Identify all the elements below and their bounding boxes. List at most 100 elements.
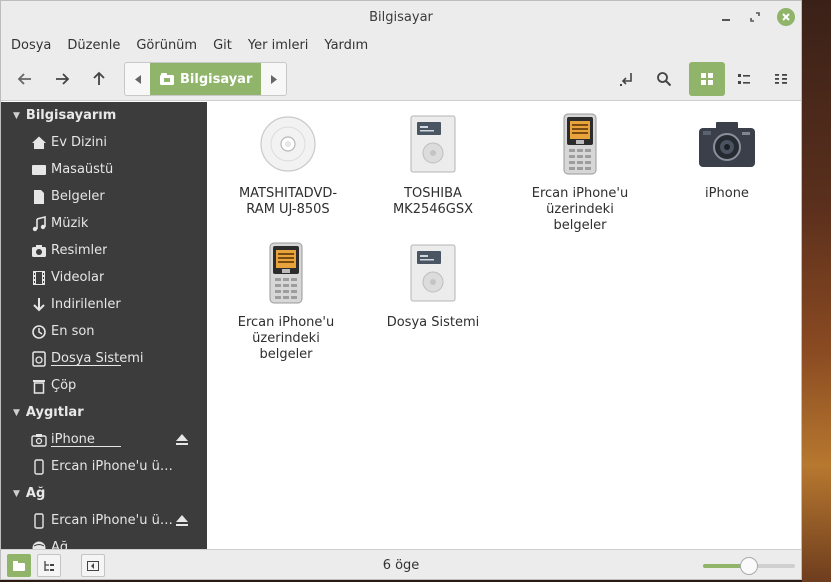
sidebar-item-iphone[interactable]: iPhone <box>1 426 207 453</box>
eject-icon[interactable] <box>175 432 189 450</box>
compact-view-button[interactable] <box>763 62 799 96</box>
camera-icon <box>31 432 47 448</box>
eject-icon[interactable] <box>175 513 189 531</box>
menu-go[interactable]: Git <box>213 38 232 53</box>
title-bar[interactable]: Bilgisayar <box>1 1 801 33</box>
sidebar-item-filesystem[interactable]: Dosya Sistemi <box>1 345 207 372</box>
arrow-left-icon <box>17 73 31 85</box>
sidebar-item-label: Dosya Sistemi <box>51 351 144 366</box>
grid-item-dvd-drive[interactable]: MATSHITADVD- RAM UJ-850S <box>213 112 363 218</box>
item-label-line: üzerindeki <box>252 331 320 346</box>
status-item-count: 6 öge <box>382 558 420 573</box>
icon-view-button[interactable] <box>689 62 725 96</box>
sidebar: ▼ Bilgisayarım Ev Dizini Masaüstü Belgel… <box>1 102 207 549</box>
grid-item-toshiba-drive[interactable]: TOSHIBA MK2546GSX <box>358 112 508 218</box>
sidebar-item-label: Resimler <box>51 243 108 258</box>
desktop-background <box>802 0 831 582</box>
search-button[interactable] <box>650 65 678 93</box>
filesystem-icon <box>31 350 47 367</box>
minimize-icon <box>722 19 730 21</box>
file-view[interactable]: MATSHITADVD- RAM UJ-850S TOSHIBA MK2546G… <box>207 102 801 549</box>
sidebar-item-trash[interactable]: Çöp <box>1 372 207 399</box>
toolbar: Bilgisayar <box>1 57 801 101</box>
section-title: Bilgisayarım <box>25 108 117 123</box>
grid-item-iphone-documents[interactable]: Ercan iPhone'u üzerindeki belgeler <box>505 112 655 234</box>
grid-item-iphone-documents-2[interactable]: Ercan iPhone'u üzerindeki belgeler <box>211 241 361 363</box>
item-label-line: Ercan iPhone'u <box>531 186 629 201</box>
grid-item-filesystem[interactable]: Dosya Sistemi <box>358 241 508 331</box>
breadcrumb-current[interactable]: Bilgisayar <box>150 63 261 95</box>
section-title: Aygıtlar <box>25 405 84 420</box>
sidebar-item-label: Belgeler <box>51 189 105 204</box>
item-label-line: MATSHITADVD- <box>238 186 338 201</box>
camera-icon <box>652 112 801 176</box>
breadcrumb: Bilgisayar <box>124 62 287 96</box>
expander-down-icon: ▼ <box>13 407 20 418</box>
section-title: Ağ <box>25 486 46 501</box>
close-button[interactable] <box>777 8 795 26</box>
forward-button[interactable] <box>48 65 76 93</box>
sidebar-item-label: iPhone <box>51 432 95 447</box>
breadcrumb-left-button[interactable] <box>125 63 150 95</box>
film-icon <box>31 270 47 286</box>
list-view-icon <box>738 74 750 84</box>
mobile-phone-icon <box>505 112 655 176</box>
up-button[interactable] <box>85 65 113 93</box>
item-label-line: üzerindeki <box>546 202 614 217</box>
menu-bookmarks[interactable]: Yer imleri <box>248 38 309 53</box>
sidebar-item-label: Ağ <box>51 540 69 549</box>
grid-item-iphone[interactable]: iPhone <box>652 112 801 202</box>
sidebar-section-network[interactable]: ▼ Ağ <box>1 480 207 507</box>
computer-folder-icon <box>160 73 174 85</box>
sidebar-item-label: En son <box>51 324 95 339</box>
file-manager-window: Bilgisayar Dosya Düzenle Görünüm Git Yer… <box>0 0 802 580</box>
close-icon <box>782 13 790 21</box>
trash-icon <box>31 378 47 394</box>
sidebar-item-label: Videolar <box>51 270 105 285</box>
sidebar-item-label: Çöp <box>51 378 77 393</box>
home-icon <box>31 135 47 151</box>
menu-bar: Dosya Düzenle Görünüm Git Yer imleri Yar… <box>1 33 801 57</box>
sidebar-item-home[interactable]: Ev Dizini <box>1 129 207 156</box>
list-view-button[interactable] <box>726 62 762 96</box>
breadcrumb-right-button[interactable] <box>261 63 286 95</box>
menu-view[interactable]: Görünüm <box>136 38 197 53</box>
breadcrumb-label: Bilgisayar <box>180 71 253 87</box>
sidebar-item-iphone-documents[interactable]: Ercan iPhone'u ü… <box>1 453 207 480</box>
menu-help[interactable]: Yardım <box>324 38 368 53</box>
sidebar-item-label: İndirilenler <box>51 297 121 312</box>
grid-view-icon <box>701 73 713 85</box>
hard-drive-icon <box>358 241 508 305</box>
download-icon <box>31 297 47 313</box>
minimize-button[interactable] <box>717 8 735 26</box>
item-label-line: MK2546GSX <box>392 202 474 217</box>
sidebar-item-label: Müzik <box>51 216 89 231</box>
sidebar-item-documents[interactable]: Belgeler <box>1 183 207 210</box>
sidebar-item-pictures[interactable]: Resimler <box>1 237 207 264</box>
sidebar-item-videos[interactable]: Videolar <box>1 264 207 291</box>
item-label-line: Ercan iPhone'u <box>237 315 335 330</box>
toggle-location-button[interactable] <box>613 65 641 93</box>
sidebar-item-desktop[interactable]: Masaüstü <box>1 156 207 183</box>
sidebar-item-recent[interactable]: En son <box>1 318 207 345</box>
sidebar-section-my-computer[interactable]: ▼ Bilgisayarım <box>1 102 207 129</box>
sidebar-section-devices[interactable]: ▼ Aygıtlar <box>1 399 207 426</box>
sidebar-item-network-iphone[interactable]: Ercan iPhone'u ü… <box>1 507 207 534</box>
search-icon <box>657 72 672 87</box>
chevron-left-icon <box>134 74 141 84</box>
sidebar-item-downloads[interactable]: İndirilenler <box>1 291 207 318</box>
sidebar-item-network[interactable]: Ağ <box>1 534 207 549</box>
menu-edit[interactable]: Düzenle <box>67 38 120 53</box>
maximize-button[interactable] <box>746 8 764 26</box>
zoom-slider-handle[interactable] <box>740 557 758 575</box>
music-icon <box>31 215 47 232</box>
menu-file[interactable]: Dosya <box>11 38 51 53</box>
phone-icon <box>31 512 47 529</box>
sidebar-item-music[interactable]: Müzik <box>1 210 207 237</box>
item-label-line: iPhone <box>705 186 749 201</box>
back-button[interactable] <box>11 65 39 93</box>
document-icon <box>31 189 47 205</box>
zoom-slider[interactable] <box>703 557 795 575</box>
status-bar: 6 öge <box>1 549 801 579</box>
arrow-up-icon <box>93 71 105 85</box>
